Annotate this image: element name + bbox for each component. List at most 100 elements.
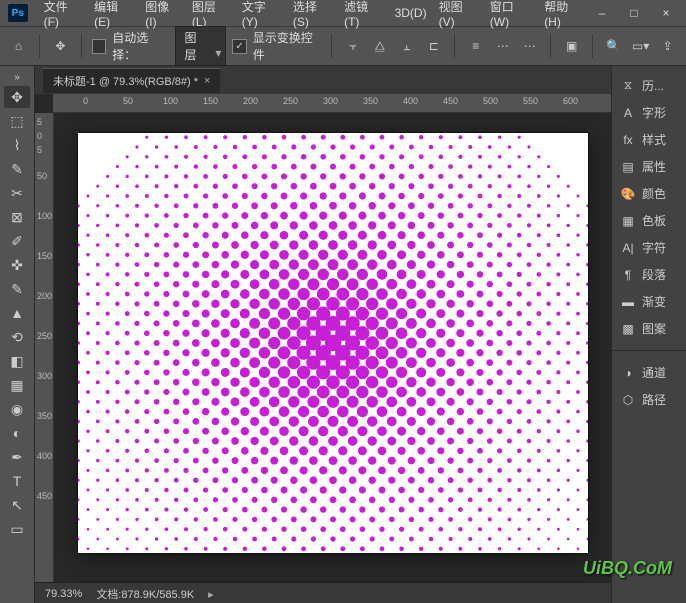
panel-label: 段落 (642, 266, 666, 283)
menu-file[interactable]: 文件(F) (38, 0, 89, 29)
ruler-tick: 0 (83, 96, 88, 106)
zoom-level[interactable]: 79.33% (45, 588, 82, 600)
eyedropper-tool[interactable]: ✐ (4, 230, 30, 252)
ruler-tick: 150 (37, 251, 52, 261)
gradient-tool[interactable]: ▦ (4, 374, 30, 396)
panel-paths[interactable]: ⬡路径 (612, 386, 686, 413)
options-bar: ⌂ ✥ 自动选择： 图层 显示变换控件 ⫟ ⧋ ⫠ ⊏ ≡ ⋯ ⋯ ▣ 🔍 ▭▾… (0, 27, 686, 66)
ruler-tick: 550 (523, 96, 538, 106)
blur-tool[interactable]: ◉ (4, 398, 30, 420)
panel-styles[interactable]: fx样式 (612, 126, 686, 153)
align-top-icon[interactable]: ⫟ (342, 35, 363, 57)
panel-channels[interactable]: ◑通道 (612, 359, 686, 386)
panel-patterns[interactable]: ▩图案 (612, 315, 686, 342)
auto-select-checkbox[interactable] (92, 39, 106, 54)
distribute-icon[interactable]: ⋯ (492, 35, 513, 57)
halftone-artwork (78, 133, 588, 553)
ruler-tick: 250 (283, 96, 298, 106)
menu-image[interactable]: 图像(I) (139, 0, 186, 29)
menu-select[interactable]: 选择(S) (287, 0, 338, 29)
panel-menu-icon[interactable]: ▭▾ (630, 35, 651, 57)
ruler-tick: 450 (37, 491, 52, 501)
frame-tool[interactable]: ⊠ (4, 206, 30, 228)
search-icon[interactable]: 🔍 (603, 35, 624, 57)
right-panel-dock: ⧖历... A字形 fx样式 ▤属性 🎨颜色 ▦色板 A|字符 ¶段落 ▬渐变 … (611, 66, 686, 603)
align-bottom-icon[interactable]: ⫠ (396, 35, 417, 57)
pen-tool[interactable]: ✒ (4, 446, 30, 468)
ruler-tick: 100 (37, 211, 52, 221)
ruler-tick: 450 (443, 96, 458, 106)
ruler-tick: 50 (123, 96, 133, 106)
auto-select-label: 自动选择： (112, 29, 169, 63)
marquee-tool[interactable]: ⬚ (4, 110, 30, 132)
minimize-button[interactable]: – (590, 5, 614, 21)
panel-swatches[interactable]: ▦色板 (612, 207, 686, 234)
crop-tool[interactable]: ✂ (4, 182, 30, 204)
ruler-tick: 300 (37, 371, 52, 381)
home-icon[interactable]: ⌂ (8, 35, 29, 57)
document-tab-bar: 未标题-1 @ 79.3%(RGB/8#) * × (35, 66, 611, 94)
menu-help[interactable]: 帮助(H) (538, 0, 590, 29)
move-tool[interactable]: ✥ (4, 86, 30, 108)
ruler-tick: 400 (37, 451, 52, 461)
menu-bar: Ps 文件(F) 编辑(E) 图像(I) 图层(L) 文字(Y) 选择(S) 滤… (0, 0, 686, 27)
brush-tool[interactable]: ✎ (4, 278, 30, 300)
healing-brush-tool[interactable]: ✜ (4, 254, 30, 276)
panel-label: 色板 (642, 212, 666, 229)
menu-window[interactable]: 窗口(W) (484, 0, 538, 29)
app-logo-icon: Ps (8, 4, 28, 22)
dodge-tool[interactable]: ◐ (4, 422, 30, 444)
toolbar-expand-icon[interactable]: » (4, 70, 30, 84)
canvas[interactable] (78, 133, 588, 553)
eraser-tool[interactable]: ◧ (4, 350, 30, 372)
show-transform-checkbox[interactable] (232, 39, 246, 54)
ruler-vertical[interactable]: 5 0 5 50 100 150 200 250 300 350 400 450 (35, 113, 54, 582)
distribute-icon[interactable]: ≡ (465, 35, 486, 57)
document-size: 文档:878.9K/585.9K (96, 586, 194, 602)
ruler-tick: 200 (37, 291, 52, 301)
ruler-tick: 600 (563, 96, 578, 106)
status-expand-icon[interactable]: ▸ (208, 588, 214, 601)
maximize-button[interactable]: □ (622, 5, 646, 21)
panel-glyphs[interactable]: A字形 (612, 99, 686, 126)
auto-select-target[interactable]: 图层 (175, 26, 226, 66)
separator (331, 34, 332, 58)
shape-tool[interactable]: ▭ (4, 518, 30, 540)
panel-paragraph[interactable]: ¶段落 (612, 261, 686, 288)
panel-gradient[interactable]: ▬渐变 (612, 288, 686, 315)
ruler-horizontal[interactable]: 0 50 100 150 200 250 300 350 400 450 500… (53, 94, 611, 113)
patterns-icon: ▩ (620, 322, 636, 336)
lasso-tool[interactable]: ⌇ (4, 134, 30, 156)
ruler-tick: 350 (37, 411, 52, 421)
share-icon[interactable]: ⇪ (657, 35, 678, 57)
tab-close-icon[interactable]: × (204, 75, 210, 87)
3d-mode-icon[interactable]: ▣ (561, 35, 582, 57)
align-left-icon[interactable]: ⊏ (423, 35, 444, 57)
close-button[interactable]: × (654, 5, 678, 21)
panel-properties[interactable]: ▤属性 (612, 153, 686, 180)
menu-layer[interactable]: 图层(L) (186, 0, 236, 29)
more-options-icon[interactable]: ⋯ (519, 35, 540, 57)
panel-divider (612, 350, 686, 351)
menu-filter[interactable]: 滤镜(T) (338, 0, 389, 29)
menu-view[interactable]: 视图(V) (433, 0, 484, 29)
panel-history[interactable]: ⧖历... (612, 72, 686, 99)
menu-3d[interactable]: 3D(D) (389, 6, 433, 20)
document-tab[interactable]: 未标题-1 @ 79.3%(RGB/8#) * × (43, 68, 220, 93)
type-tool[interactable]: T (4, 470, 30, 492)
panel-character[interactable]: A|字符 (612, 234, 686, 261)
path-select-tool[interactable]: ↖ (4, 494, 30, 516)
align-vcenter-icon[interactable]: ⧋ (369, 35, 390, 57)
menu-type[interactable]: 文字(Y) (236, 0, 287, 29)
panel-label: 渐变 (642, 293, 666, 310)
quick-select-tool[interactable]: ✎ (4, 158, 30, 180)
history-brush-tool[interactable]: ⟲ (4, 326, 30, 348)
channels-icon: ◑ (620, 366, 636, 380)
separator (39, 34, 40, 58)
panel-color[interactable]: 🎨颜色 (612, 180, 686, 207)
move-tool-icon[interactable]: ✥ (50, 35, 71, 57)
clone-stamp-tool[interactable]: ▲ (4, 302, 30, 324)
menu-edit[interactable]: 编辑(E) (88, 0, 139, 29)
ruler-tick: 100 (163, 96, 178, 106)
canvas-viewport[interactable] (54, 113, 611, 582)
